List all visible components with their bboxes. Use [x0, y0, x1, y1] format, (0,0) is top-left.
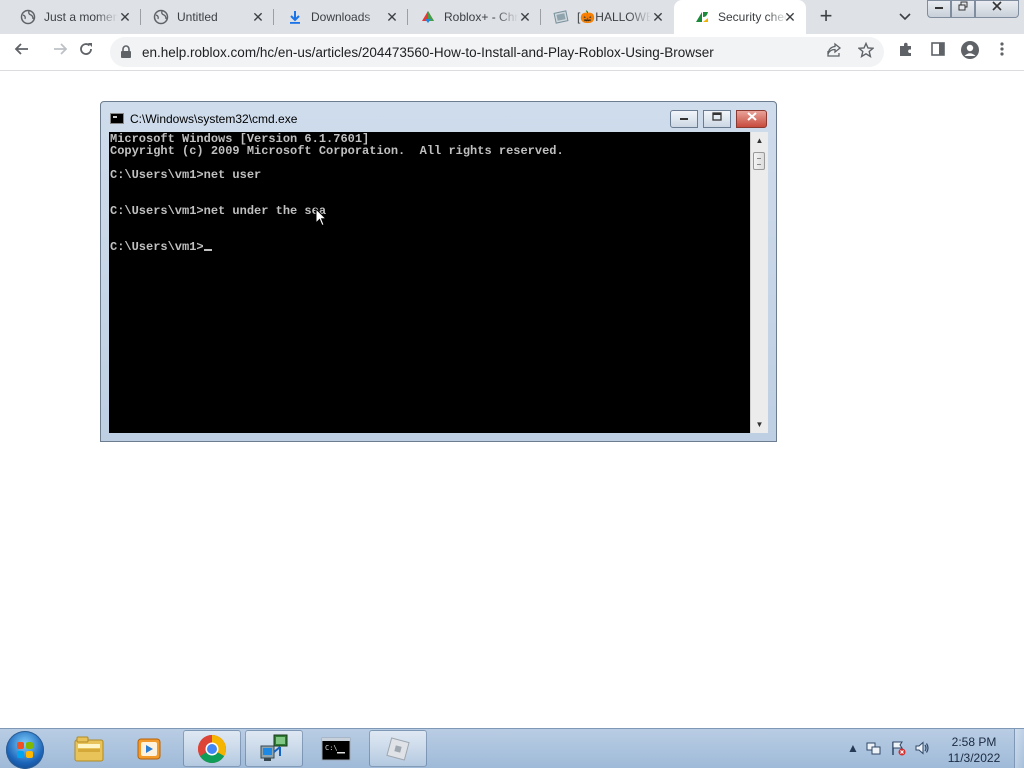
more-menu-icon[interactable] — [990, 40, 1014, 64]
globe-icon — [153, 9, 169, 25]
console-line: C:\Users\vm1>net user — [110, 168, 262, 182]
folder-icon — [74, 736, 104, 761]
roblox-icon — [386, 736, 410, 761]
bookmark-star-icon[interactable] — [856, 41, 876, 62]
tab-label: Roblox+ - Chrome — [444, 10, 518, 24]
text-cursor — [203, 249, 212, 251]
taskbar-chrome[interactable] — [183, 730, 241, 767]
close-icon[interactable]: ✕ — [650, 9, 666, 25]
tab-roblox-plus[interactable]: Roblox+ - Chrome ✕ — [400, 0, 541, 34]
tray-network-icon[interactable] — [866, 740, 882, 756]
new-tab-button[interactable]: + — [814, 5, 838, 29]
tab-label: Untitled — [177, 10, 218, 24]
tab-downloads[interactable]: Downloads ✕ — [267, 0, 408, 34]
url-text: en.help.roblox.com/hc/en-us/articles/204… — [142, 45, 714, 60]
clock-time[interactable]: 2:58 PM — [946, 735, 1002, 749]
console-prompt: C:\Users\vm1> — [110, 240, 204, 254]
cmd-app-icon — [110, 113, 124, 124]
console-line: C:\Users\vm1>net under the sea — [110, 204, 327, 218]
mouse-pointer-icon — [315, 208, 327, 227]
close-icon[interactable]: ✕ — [517, 9, 533, 25]
cmd-scrollbar[interactable]: ▲ ▼ — [750, 132, 768, 433]
tray-expand-arrow-icon[interactable]: ▲ — [845, 740, 861, 756]
start-button[interactable] — [6, 731, 44, 769]
close-icon[interactable]: ✕ — [117, 9, 133, 25]
window-minimize-button[interactable] — [927, 0, 951, 18]
close-icon[interactable]: ✕ — [250, 9, 266, 25]
globe-icon — [20, 9, 36, 25]
tab-label: Downloads — [311, 10, 371, 24]
cmd-icon: C:\ — [321, 737, 351, 760]
tab-label: Just a moment... — [44, 10, 118, 24]
cmd-maximize-button[interactable] — [703, 110, 731, 128]
cmd-close-button[interactable] — [736, 110, 767, 128]
back-arrow-icon[interactable] — [10, 40, 34, 64]
share-icon[interactable] — [824, 42, 844, 62]
close-icon[interactable]: ✕ — [384, 9, 400, 25]
cmd-minimize-button[interactable] — [670, 110, 698, 128]
taskbar-explorer[interactable] — [60, 730, 118, 767]
close-icon[interactable]: ✕ — [782, 9, 798, 25]
tab-label: Security check — [718, 10, 788, 24]
scroll-up-arrow-icon[interactable]: ▲ — [751, 132, 768, 149]
network-computer-icon — [260, 734, 288, 761]
side-panel-icon[interactable] — [926, 40, 950, 64]
chrome-icon — [198, 734, 226, 763]
console-line: Copyright (c) 2009 Microsoft Corporation… — [110, 144, 564, 158]
download-icon — [287, 9, 303, 25]
tab-just-a-moment[interactable]: Just a moment... ✕ — [0, 0, 141, 34]
cmd-console[interactable]: Microsoft Windows [Version 6.1.7601] Cop… — [109, 132, 750, 433]
taskbar-roblox[interactable] — [369, 730, 427, 767]
profile-avatar-icon[interactable] — [958, 40, 982, 64]
tray-action-center-flag-icon[interactable] — [890, 740, 906, 756]
window-restore-button[interactable] — [951, 0, 975, 18]
windows-logo-icon — [17, 742, 33, 758]
media-player-icon — [137, 738, 161, 759]
forward-arrow-icon[interactable] — [48, 40, 72, 64]
tab-untitled[interactable]: Untitled ✕ — [133, 0, 274, 34]
address-bar[interactable]: en.help.roblox.com/hc/en-us/articles/204… — [110, 37, 884, 67]
page-icon — [553, 9, 569, 25]
roblox-plus-icon — [420, 9, 436, 25]
browser-toolbar: en.help.roblox.com/hc/en-us/articles/204… — [0, 34, 1024, 71]
cmd-title: C:\Windows\system32\cmd.exe — [130, 112, 298, 126]
clock-date[interactable]: 11/3/2022 — [942, 751, 1006, 765]
window-close-button[interactable] — [975, 0, 1019, 18]
lock-icon[interactable] — [120, 45, 132, 64]
tab-security-check[interactable]: Security check ✕ — [674, 0, 806, 34]
tab-strip: Just a moment... ✕ Untitled ✕ Downloads … — [0, 0, 1024, 34]
scrollbar-thumb[interactable] — [753, 152, 765, 170]
tray-volume-icon[interactable] — [914, 740, 930, 756]
cmd-window[interactable]: C:\Windows\system32\cmd.exe Microsoft Wi… — [100, 101, 777, 442]
zendesk-icon — [694, 9, 710, 25]
taskbar-cmd[interactable]: C:\ — [307, 730, 365, 767]
console-prompt-line: C:\Users\vm1> — [110, 241, 212, 253]
tab-search-chevron-icon[interactable] — [894, 6, 916, 28]
taskbar-network-tool[interactable] — [245, 730, 303, 767]
tab-label: [🎃HALLOWEEN — [577, 10, 651, 24]
extensions-puzzle-icon[interactable] — [894, 40, 918, 64]
reload-icon[interactable] — [74, 40, 98, 64]
taskbar: C:\ ▲ 2:58 PM 11/3/2022 — [0, 728, 1024, 769]
svg-text:C:\: C:\ — [325, 744, 338, 752]
scroll-down-arrow-icon[interactable]: ▼ — [751, 416, 768, 433]
taskbar-media-player[interactable] — [120, 730, 178, 767]
show-desktop-button[interactable] — [1014, 729, 1024, 768]
cmd-titlebar[interactable]: C:\Windows\system32\cmd.exe — [101, 102, 776, 132]
tab-halloween[interactable]: [🎃HALLOWEEN ✕ — [533, 0, 674, 34]
